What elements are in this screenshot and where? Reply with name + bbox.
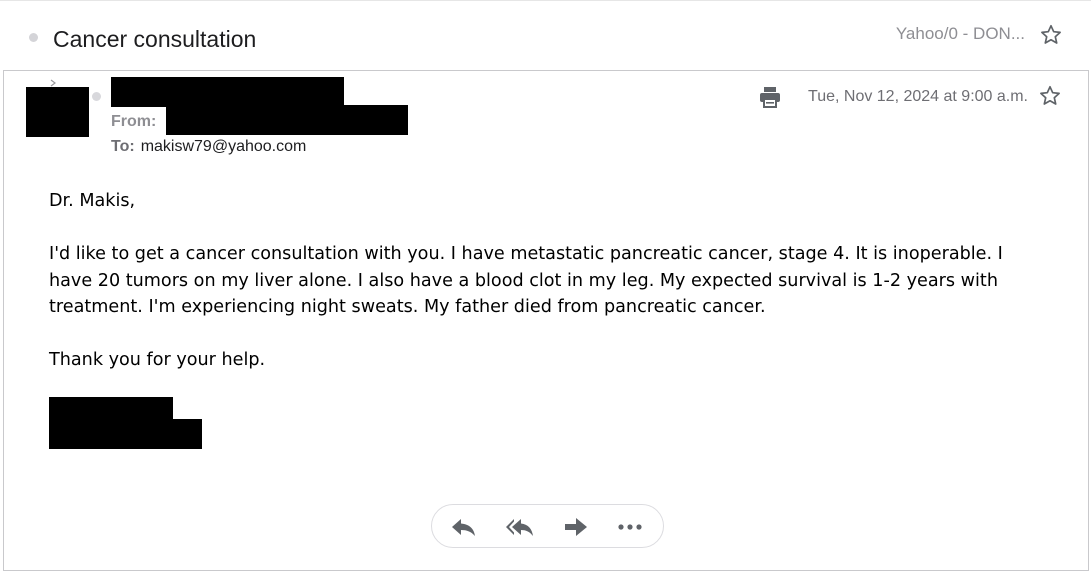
signature-redacted: [49, 397, 173, 421]
sender-status-dot: [92, 92, 101, 101]
reply-all-icon[interactable]: [506, 514, 534, 540]
message-body: Dr. Makis, I'd like to get a cancer cons…: [49, 188, 1049, 400]
body-paragraph: I'd like to get a cancer consultation wi…: [49, 244, 1003, 317]
sender-name-redacted[interactable]: [111, 77, 344, 107]
signature-redacted-line2: [49, 419, 202, 449]
from-label: From:: [111, 113, 157, 130]
unread-dot: [29, 33, 38, 42]
folder-label[interactable]: Yahoo/0 - DON...: [896, 24, 1025, 44]
forward-icon[interactable]: [562, 514, 590, 540]
thread-header: Cancer consultation Yahoo/0 - DON...: [0, 0, 1091, 70]
recipient-row: To: makisw79@yahoo.com: [111, 138, 306, 156]
message-actions: [431, 504, 664, 548]
body-greeting: Dr. Makis,: [49, 191, 136, 211]
body-closing: Thank you for your help.: [49, 350, 266, 370]
sender-email-redacted[interactable]: [166, 105, 408, 135]
thread-star-icon[interactable]: [1039, 23, 1063, 47]
avatar: [26, 87, 89, 137]
message-date: Tue, Nov 12, 2024 at 9:00 a.m.: [808, 88, 1028, 105]
to-label: To:: [111, 138, 135, 155]
thread-subject: Cancer consultation: [53, 26, 257, 52]
reply-icon[interactable]: [450, 514, 478, 540]
message-card: From: To: makisw79@yahoo.com Tue, Nov 12,…: [3, 70, 1089, 571]
more-horizontal-icon[interactable]: [616, 514, 644, 540]
chevron-icon: [50, 79, 56, 87]
printer-icon[interactable]: [758, 85, 782, 109]
message-star-icon[interactable]: [1038, 84, 1062, 108]
recipient-address[interactable]: makisw79@yahoo.com: [141, 138, 307, 155]
